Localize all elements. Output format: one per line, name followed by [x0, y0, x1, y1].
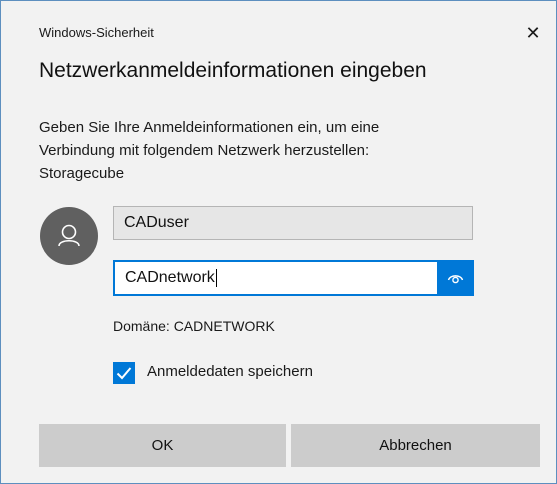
eye-icon: [447, 275, 464, 284]
domain-label: Domäne: CADNETWORK: [113, 318, 275, 334]
remember-checkbox[interactable]: [113, 362, 135, 384]
dialog-heading: Netzwerkanmeldeinformationen eingeben: [39, 59, 427, 82]
ok-button[interactable]: OK: [39, 424, 286, 467]
description-line: Verbindung mit folgendem Netzwerk herzus…: [39, 142, 370, 159]
user-icon: [58, 224, 80, 247]
cancel-button[interactable]: Abbrechen: [291, 424, 540, 467]
dialog-description: Geben Sie Ihre Anmeldeinformationen ein,…: [39, 116, 519, 185]
description-line: Geben Sie Ihre Anmeldeinformationen ein,…: [39, 119, 380, 136]
credential-dialog: Windows-Sicherheit ✕ Netzwerkanmeldeinfo…: [0, 0, 557, 484]
close-button[interactable]: ✕: [510, 16, 556, 50]
password-text: CADnetwork: [125, 269, 215, 286]
network-name: Storagecube: [39, 165, 125, 182]
remember-checkbox-label[interactable]: Anmeldedaten speichern: [147, 363, 313, 380]
reveal-password-button[interactable]: [437, 260, 474, 296]
text-caret: [215, 268, 217, 287]
password-field[interactable]: CADnetwork: [113, 260, 437, 296]
title-bar: Windows-Sicherheit ✕: [1, 1, 556, 43]
username-field[interactable]: CADuser: [113, 206, 473, 240]
window-title: Windows-Sicherheit: [39, 25, 154, 40]
avatar: [40, 207, 98, 265]
checkmark-icon: [116, 367, 132, 380]
